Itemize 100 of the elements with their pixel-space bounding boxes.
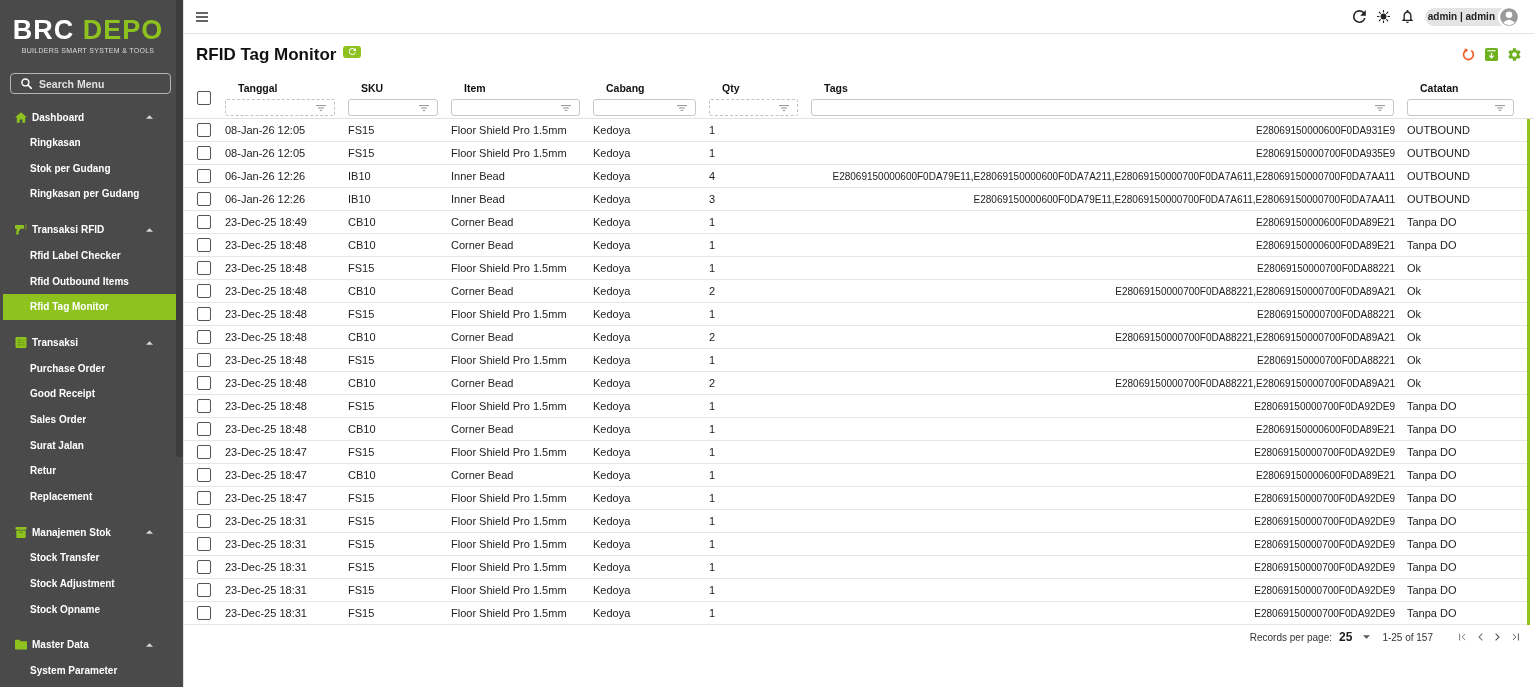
filter-field[interactable] [1407, 99, 1514, 116]
filter-field[interactable] [451, 99, 580, 116]
row-checkbox[interactable] [197, 123, 211, 137]
row-checkbox[interactable] [197, 215, 211, 229]
table-cell: 1 [709, 446, 716, 458]
menu-item[interactable]: System Parameter [0, 657, 176, 684]
filter-field[interactable] [348, 99, 438, 116]
row-checkbox[interactable] [197, 353, 211, 367]
filter-field[interactable] [225, 99, 335, 116]
menu-item[interactable]: Ringkasan [0, 130, 176, 156]
caret-up-icon[interactable] [146, 340, 153, 345]
column-header[interactable]: Tags [824, 82, 848, 94]
filter-icon[interactable] [779, 104, 789, 111]
table-cell: E28069150000700F0DA935E9 [1256, 147, 1395, 159]
filter-icon[interactable] [1495, 104, 1505, 111]
menu-item[interactable]: Surat Jalan [0, 432, 176, 458]
table-cell: Corner Bead [451, 285, 514, 297]
previous-page-icon[interactable] [1478, 633, 1483, 641]
caret-up-icon[interactable] [146, 115, 153, 119]
menu-item[interactable]: Replacement [0, 483, 176, 510]
table-cell: Floor Shield Pro 1.5mm [451, 354, 567, 366]
menu-group-label[interactable]: Transaksi RFID [32, 224, 105, 236]
table-cell: Ok [1407, 262, 1422, 274]
row-checkbox[interactable] [197, 307, 211, 321]
caret-up-icon[interactable] [146, 530, 153, 535]
menu-icon[interactable] [196, 11, 208, 22]
download-icon[interactable] [1485, 48, 1498, 61]
menu-item[interactable]: Good Receipt [0, 381, 176, 407]
row-checkbox[interactable] [197, 468, 211, 482]
filter-icon[interactable] [419, 104, 429, 111]
settings-icon[interactable] [1508, 48, 1521, 61]
row-checkbox[interactable] [197, 422, 211, 436]
column-header[interactable]: Catatan [1420, 82, 1459, 94]
row-checkbox[interactable] [197, 146, 211, 160]
row-checkbox[interactable] [197, 169, 211, 183]
row-checkbox[interactable] [197, 445, 211, 459]
filter-icon[interactable] [316, 104, 326, 111]
filter-icon[interactable] [677, 104, 687, 111]
filter-field[interactable] [593, 99, 696, 116]
filter-field[interactable] [709, 99, 798, 116]
table-cell: Kedoya [593, 170, 631, 182]
table-cell: Floor Shield Pro 1.5mm [451, 308, 567, 320]
menu-item[interactable]: Retur [0, 457, 176, 484]
menu-item[interactable]: Stok per Gudang [0, 155, 176, 182]
caret-up-icon[interactable] [146, 642, 153, 647]
table-cell: Floor Shield Pro 1.5mm [451, 607, 567, 619]
per-page-select[interactable]: 25 [1339, 630, 1371, 644]
column-header[interactable]: Item [464, 82, 486, 94]
table-cell: E28069150000700F0DA88221 [1257, 262, 1395, 274]
row-checkbox[interactable] [197, 261, 211, 275]
filter-icon[interactable] [561, 104, 571, 111]
table-cell: CB10 [348, 216, 376, 228]
menu-item[interactable]: Rfid Label Checker [0, 242, 176, 269]
column-header[interactable]: Cabang [606, 82, 645, 94]
table-cell: Corner Bead [451, 423, 514, 435]
row-checkbox[interactable] [197, 399, 211, 413]
menu-group-label[interactable]: Master Data [32, 639, 89, 651]
row-checkbox[interactable] [197, 514, 211, 528]
column-header[interactable]: Tanggal [238, 82, 278, 94]
search-menu-field[interactable]: Search Menu [10, 73, 171, 94]
bell-icon[interactable] [1400, 10, 1414, 23]
menu-item[interactable]: Stock Opname [0, 596, 176, 622]
table-cell: 2 [709, 331, 716, 343]
row-checkbox[interactable] [197, 238, 211, 252]
filter-field[interactable] [811, 99, 1394, 116]
menu-item[interactable]: Ringkasan per Gudang [0, 181, 176, 207]
row-checkbox[interactable] [197, 376, 211, 390]
row-checkbox[interactable] [197, 284, 211, 298]
page-range-text: 1-25 of 157 [1382, 631, 1433, 643]
next-page-icon[interactable] [1495, 633, 1500, 641]
row-checkbox[interactable] [197, 583, 211, 597]
row-checkbox[interactable] [197, 330, 211, 344]
menu-group-label[interactable]: Dashboard [32, 111, 85, 123]
refresh-icon[interactable] [1352, 10, 1366, 23]
menu-item[interactable]: Stock Adjustment [0, 570, 176, 597]
sun-icon[interactable] [1376, 10, 1390, 23]
select-all-checkbox[interactable] [197, 90, 211, 105]
row-checkbox[interactable] [197, 491, 211, 505]
column-header[interactable]: SKU [361, 82, 384, 94]
row-checkbox[interactable] [197, 560, 211, 574]
table-scrollbar[interactable] [1527, 119, 1530, 625]
first-page-icon[interactable] [1459, 633, 1466, 641]
menu-group-label[interactable]: Manajemen Stok [32, 526, 111, 538]
menu-item[interactable]: Purchase Order [0, 355, 176, 382]
column-header[interactable]: Qty [722, 82, 740, 94]
menu-item[interactable]: Sales Order [0, 406, 176, 433]
caret-up-icon[interactable] [146, 227, 153, 232]
last-page-icon[interactable] [1512, 633, 1519, 641]
menu-group-label[interactable]: Transaksi [32, 337, 79, 349]
user-menu-button[interactable]: admin | admin [1424, 7, 1520, 26]
sidebar-scrollbar[interactable] [176, 0, 183, 457]
table-cell: 23-Dec-25 18:48 [225, 239, 307, 251]
table-cell: Tanpa DO [1407, 446, 1457, 458]
filter-icon[interactable] [1375, 104, 1385, 111]
table-cell: Floor Shield Pro 1.5mm [451, 584, 567, 596]
row-checkbox[interactable] [197, 192, 211, 206]
menu-item[interactable]: Rfid Outbound Items [0, 268, 176, 294]
row-checkbox[interactable] [197, 606, 211, 620]
menu-item[interactable]: Stock Transfer [0, 545, 176, 571]
row-checkbox[interactable] [197, 537, 211, 551]
